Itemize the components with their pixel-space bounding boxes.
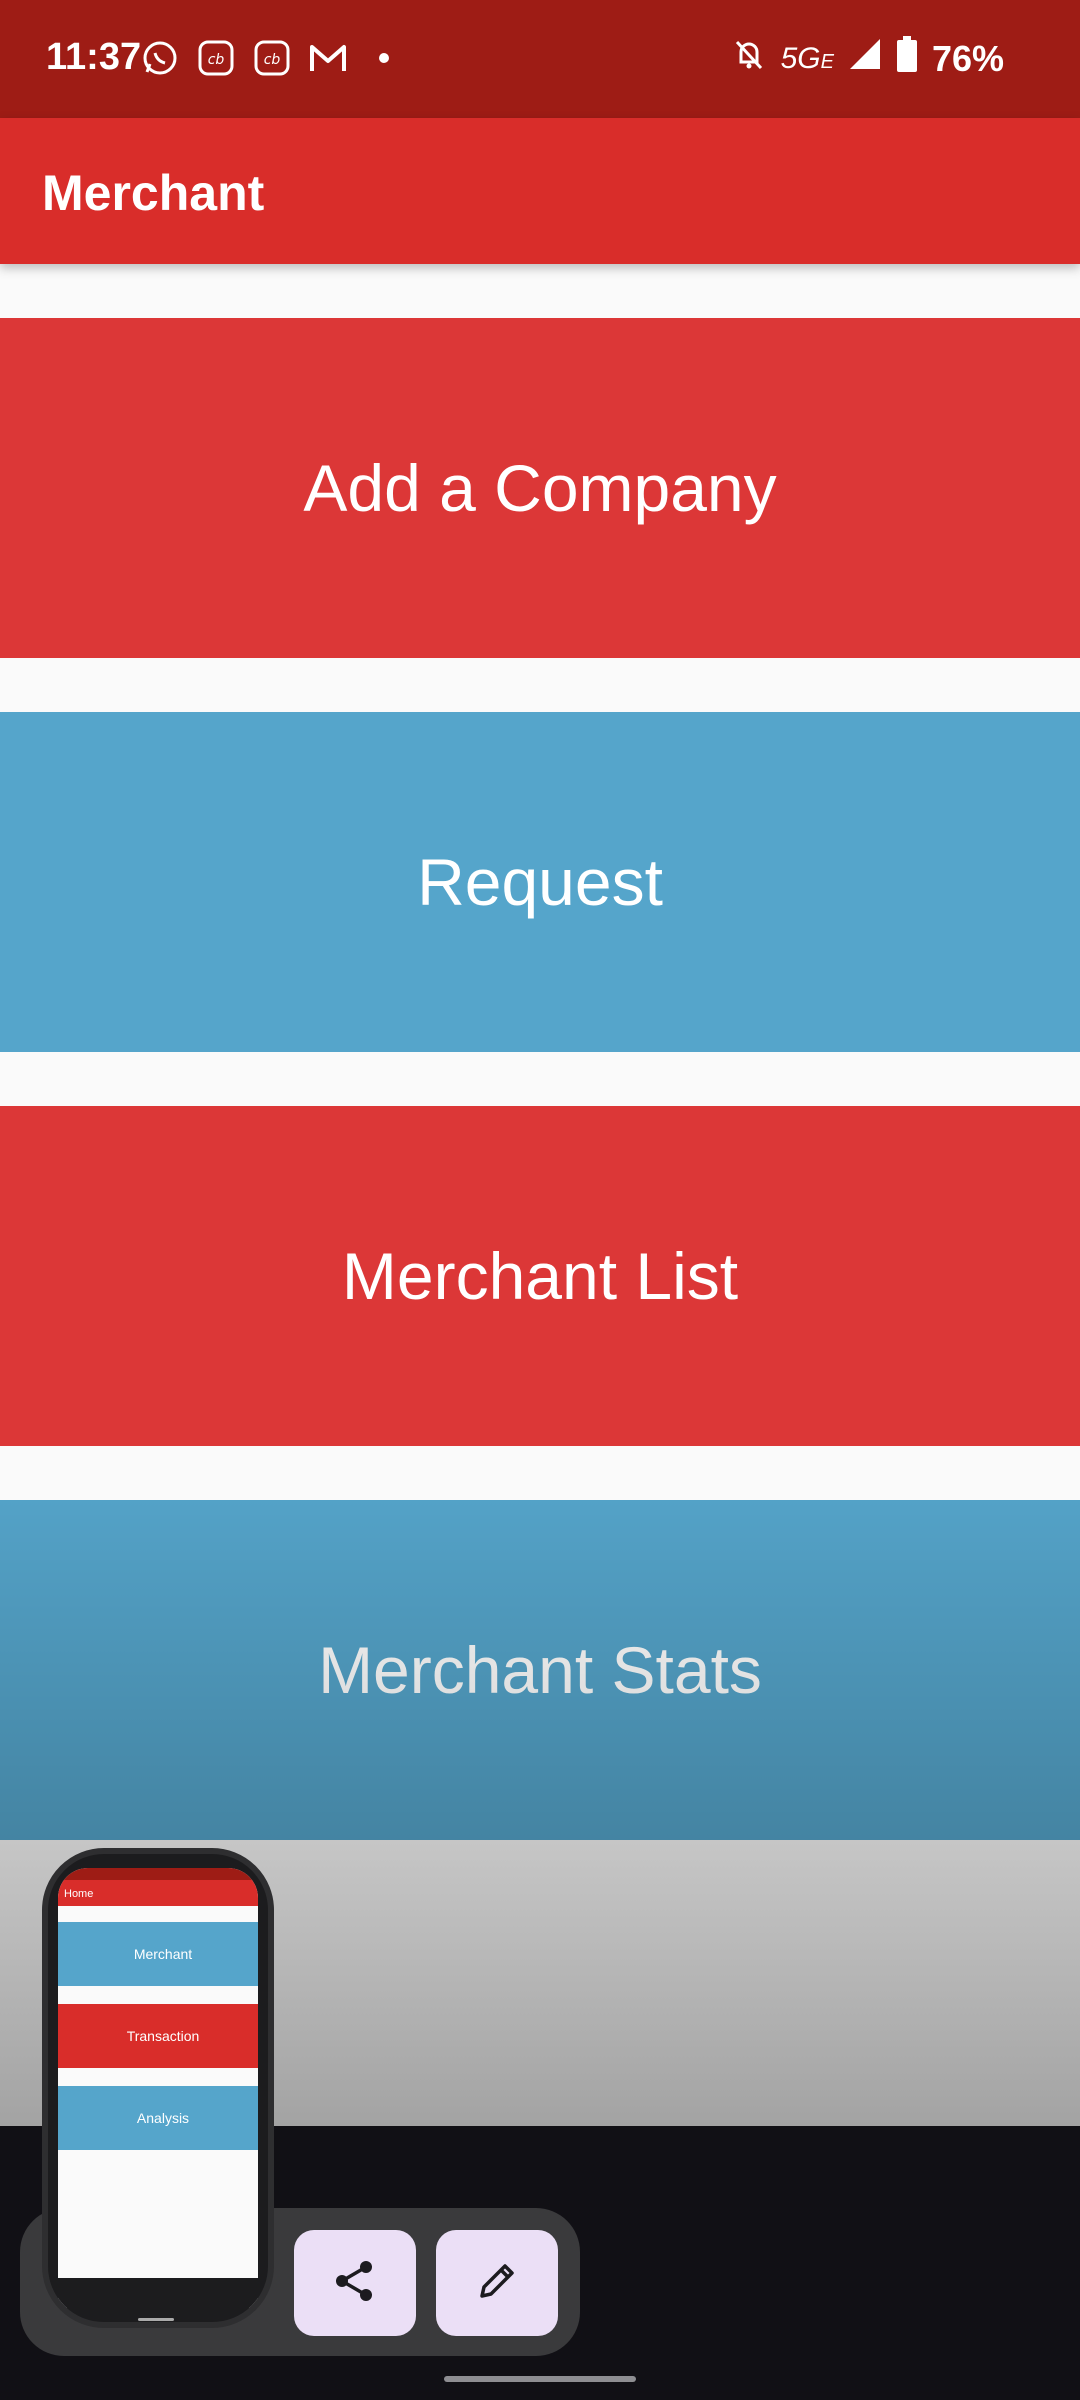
merchant-stats-button[interactable]: Merchant Stats (0, 1500, 1080, 1840)
notification-dot-icon (364, 38, 404, 78)
battery-icon (896, 36, 918, 81)
thumbnail-merchant-tile: Merchant (58, 1922, 258, 1986)
cb-app-icon: cb (196, 38, 236, 78)
merchant-list-button[interactable]: Merchant List (0, 1106, 1080, 1446)
edit-button[interactable] (436, 2230, 558, 2336)
status-time: 11:37 (46, 36, 142, 78)
screenshot-thumbnail[interactable]: Home Merchant Transaction Analysis (42, 1848, 274, 2328)
add-company-button[interactable]: Add a Company (0, 318, 1080, 658)
thumbnail-nav-handle (138, 2318, 174, 2321)
gesture-nav-handle[interactable] (444, 2376, 636, 2382)
share-icon (332, 2258, 378, 2309)
page-title: Merchant (42, 165, 265, 221)
network-type: 5GE (780, 41, 834, 75)
status-bar: 11:37 cb cb 5GE 76% (0, 0, 1080, 118)
whatsapp-icon (140, 38, 180, 78)
share-button[interactable] (294, 2230, 416, 2336)
thumbnail-title: Home (58, 1880, 258, 1906)
thumbnail-analysis-tile: Analysis (58, 2086, 258, 2150)
bell-off-icon (731, 36, 767, 81)
thumbnail-status-bar (58, 1868, 258, 1880)
signal-icon (848, 37, 882, 80)
request-button[interactable]: Request (0, 712, 1080, 1052)
gmail-icon (308, 38, 348, 78)
cb-app-icon: cb (252, 38, 292, 78)
thumbnail-nav-bar (48, 2278, 258, 2318)
svg-text:cb: cb (264, 52, 281, 68)
app-bar: Merchant (0, 118, 1080, 264)
svg-text:cb: cb (208, 52, 225, 68)
thumbnail-transaction-tile: Transaction (58, 2004, 258, 2068)
battery-percent: 76% (931, 37, 1004, 79)
thumbnail-screen: Home Merchant Transaction Analysis (58, 1868, 258, 2308)
pencil-icon (476, 2260, 518, 2307)
